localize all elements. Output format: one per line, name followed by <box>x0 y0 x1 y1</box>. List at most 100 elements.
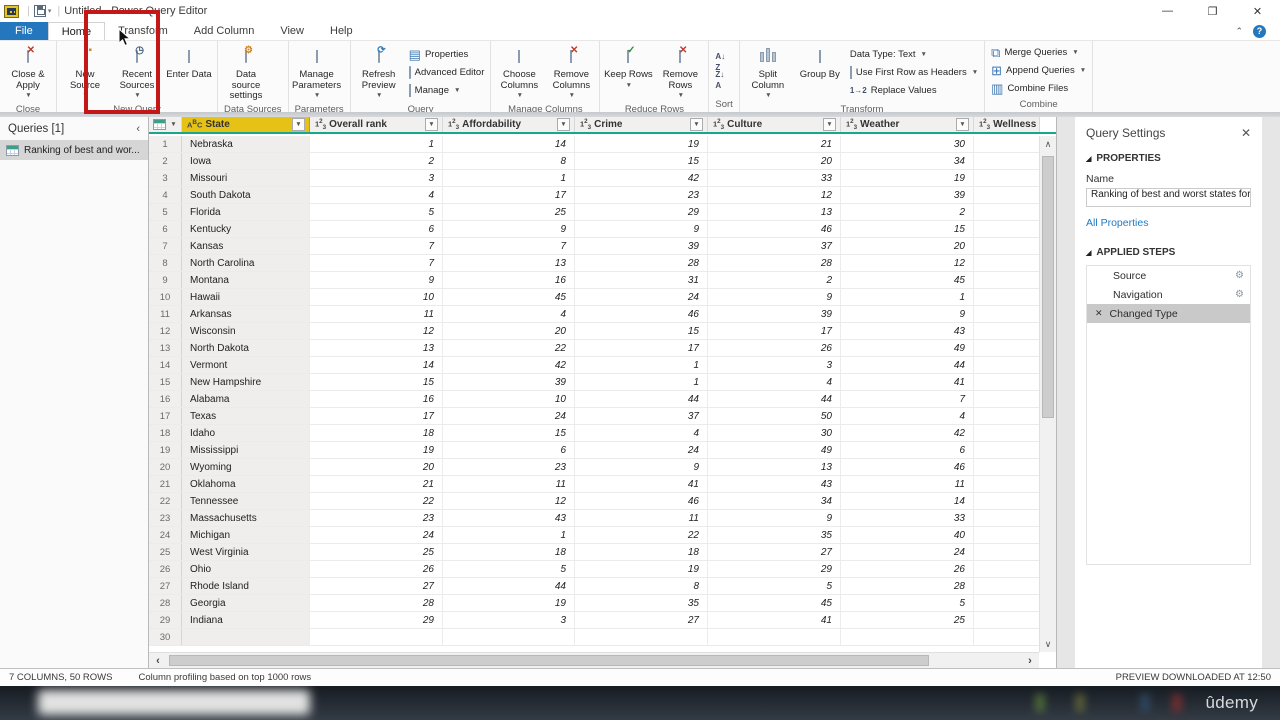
grid-cell: 20 <box>841 238 974 254</box>
all-properties-link[interactable]: All Properties <box>1086 217 1251 229</box>
applied-step-source[interactable]: Source ⚙ <box>1087 266 1250 285</box>
applied-step-navigation[interactable]: Navigation ⚙ <box>1087 285 1250 304</box>
number-type-icon: 123 <box>846 118 858 131</box>
ribbon-button-refresh-preview[interactable]: ⟳ Refresh Preview ▼ <box>353 42 405 104</box>
delete-step-icon[interactable]: ✕ <box>1095 308 1103 319</box>
grid-header-affordability[interactable]: 123 Affordability ▼ <box>443 117 575 132</box>
grid-cell: Kentucky <box>182 221 310 237</box>
ribbon-button-use-first-row-as-headers[interactable]: Use First Row as Headers ▼ <box>846 64 982 82</box>
grid-cell <box>974 561 1040 577</box>
filter-icon[interactable]: ▼ <box>292 118 305 131</box>
ribbon-button-sort-descending-icon[interactable]: Z↓ A <box>711 70 729 89</box>
data-source-settings-icon: ⚙ <box>244 45 253 63</box>
vertical-scrollbar-thumb[interactable] <box>1042 156 1054 418</box>
grid-header-overall-rank[interactable]: 123 Overall rank ▼ <box>310 117 443 132</box>
grid-cell: 18 <box>443 544 575 560</box>
row-number: 15 <box>149 374 182 390</box>
close-settings-panel-icon[interactable]: ✕ <box>1241 126 1251 140</box>
grid-cell: 23 <box>443 459 575 475</box>
filter-icon[interactable]: ▼ <box>956 118 969 131</box>
refresh-preview-icon: ⟳ <box>377 45 386 63</box>
filter-icon[interactable]: ▼ <box>823 118 836 131</box>
scroll-left-icon[interactable]: ‹ <box>149 655 167 667</box>
ribbon-button-remove-rows[interactable]: ✕ Remove Rows ▼ <box>654 42 706 104</box>
grid-cell: 1 <box>575 357 708 373</box>
ribbon-button-choose-columns[interactable]: Choose Columns ▼ <box>493 42 545 104</box>
ribbon-button-advanced-editor[interactable]: Advanced Editor <box>405 64 489 82</box>
select-all-cell[interactable]: ▼ <box>149 117 182 132</box>
vertical-scrollbar[interactable]: ∧ ∨ <box>1039 136 1056 652</box>
grid-header-culture[interactable]: 123 Culture ▼ <box>708 117 841 132</box>
ribbon-button-remove-columns[interactable]: ✕ Remove Columns ▼ <box>545 42 597 104</box>
filter-icon[interactable]: ▼ <box>690 118 703 131</box>
restore-button[interactable]: ❐ <box>1190 0 1235 22</box>
scroll-down-icon[interactable]: ∨ <box>1040 636 1056 652</box>
ribbon-button-manage[interactable]: Manage ▼ <box>405 82 489 100</box>
ribbon-button-close-apply[interactable]: ✕ Close & Apply ▼ <box>2 42 54 104</box>
grid-header-wellness[interactable]: 123 Wellness <box>974 117 1040 132</box>
ribbon-button-keep-rows[interactable]: ✓ Keep Rows ▼ <box>602 42 654 104</box>
properties-icon: ▤ <box>408 46 421 62</box>
queries-panel-header: Queries [1] <box>8 123 65 135</box>
collapse-properties-icon[interactable]: ◢ <box>1086 155 1091 163</box>
group-by-icon <box>818 49 821 63</box>
gear-icon[interactable]: ⚙ <box>1235 289 1244 300</box>
grid-cell: 7 <box>310 238 443 254</box>
ribbon-button-split-column[interactable]: Split Column ▼ <box>742 42 794 104</box>
tab-help[interactable]: Help <box>317 22 366 40</box>
quick-access-dropdown-icon[interactable]: ▾ <box>48 7 52 15</box>
grid-cell: 23 <box>575 187 708 203</box>
grid-header-crime[interactable]: 123 Crime ▼ <box>575 117 708 132</box>
grid-cell: 5 <box>841 595 974 611</box>
minimize-button[interactable]: — <box>1145 0 1190 22</box>
help-icon[interactable]: ? <box>1253 24 1266 38</box>
ribbon-button-manage-parameters[interactable]: Manage Parameters ▼ <box>291 42 343 104</box>
grid-cell <box>974 204 1040 220</box>
taskbar-blob <box>1172 694 1182 712</box>
grid-cell: Florida <box>182 204 310 220</box>
horizontal-scrollbar[interactable]: ‹ › <box>149 652 1039 668</box>
grid-cell: 49 <box>708 442 841 458</box>
filter-icon[interactable]: ▼ <box>425 118 438 131</box>
ribbon-button-merge-queries[interactable]: ⧉ Merge Queries ▼ <box>987 44 1090 62</box>
save-icon[interactable] <box>33 5 46 17</box>
ribbon-button-combine-files[interactable]: ▥ Combine Files <box>987 80 1090 98</box>
name-input[interactable]: Ranking of best and worst states for ret… <box>1086 188 1251 207</box>
grid-cell: 24 <box>575 442 708 458</box>
tab-file[interactable]: File <box>0 22 48 40</box>
ribbon-button-properties[interactable]: ▤ Properties <box>405 46 489 64</box>
grid-cell: 13 <box>443 255 575 271</box>
collapse-applied-steps-icon[interactable]: ◢ <box>1086 249 1091 257</box>
ribbon-button-data-type-text[interactable]: Data Type: Text ▼ <box>846 46 982 64</box>
grid-cell: 45 <box>443 289 575 305</box>
query-list-item[interactable]: Ranking of best and wor... <box>0 140 148 160</box>
scroll-right-icon[interactable]: › <box>1021 655 1039 667</box>
close-button[interactable]: ✕ <box>1235 0 1280 22</box>
ribbon-button-group-by[interactable]: Group By <box>794 42 846 104</box>
grid-cell: 1 <box>841 289 974 305</box>
gear-icon[interactable]: ⚙ <box>1235 270 1244 281</box>
applied-step-changed-type[interactable]: ✕ Changed Type <box>1087 304 1250 323</box>
grid-header-state[interactable]: ABC State ▼ <box>182 117 310 132</box>
ribbon-button-data-source-settings[interactable]: ⚙ Data source settings <box>220 42 272 104</box>
grid-cell <box>974 510 1040 526</box>
tab-view[interactable]: View <box>267 22 317 40</box>
scroll-up-icon[interactable]: ∧ <box>1040 136 1056 152</box>
grid-cell: 3 <box>443 612 575 628</box>
ribbon-button-append-queries[interactable]: ⊞ Append Queries ▼ <box>987 62 1090 80</box>
grid-header-weather[interactable]: 123 Weather ▼ <box>841 117 974 132</box>
collapse-ribbon-icon[interactable]: ⌃ <box>1235 26 1243 37</box>
table-row: 27 Rhode Island 27 44 8 5 28 <box>149 578 1056 595</box>
main-area: Queries [1] ‹ Ranking of best and wor...… <box>0 117 1280 668</box>
collapse-queries-panel-icon[interactable]: ‹ <box>136 123 140 135</box>
number-type-icon: 123 <box>580 118 592 131</box>
grid-cell: 1 <box>443 527 575 543</box>
filter-icon[interactable]: ▼ <box>557 118 570 131</box>
grid-cell: 35 <box>708 527 841 543</box>
tab-add-column[interactable]: Add Column <box>181 22 268 40</box>
grid-cell: 15 <box>575 153 708 169</box>
ribbon-button-replace-values[interactable]: 1→2 Replace Values <box>846 82 982 100</box>
grid-cell: Massachusetts <box>182 510 310 526</box>
ribbon-button-enter-data[interactable]: Enter Data <box>163 42 215 104</box>
horizontal-scrollbar-thumb[interactable] <box>169 655 929 666</box>
